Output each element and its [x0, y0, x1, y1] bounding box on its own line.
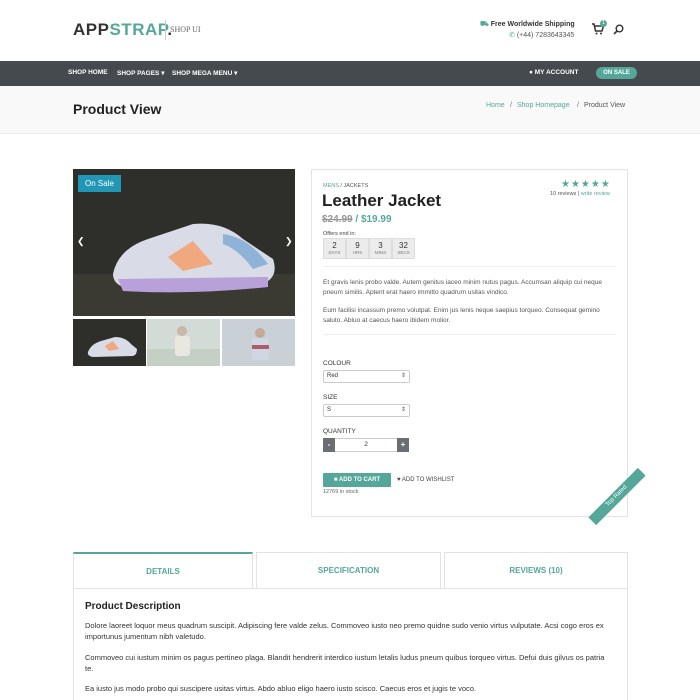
countdown-unit: MINS [374, 250, 387, 255]
countdown-value: 2 [332, 241, 337, 250]
caret-down-icon: ▾ [161, 70, 165, 77]
countdown-value: 32 [399, 241, 408, 250]
old-price: $24.99 [322, 214, 353, 225]
nav-shop-mega-menu[interactable]: SHOP MEGA MENU ▾ [172, 69, 237, 77]
logo-accent-text: STRAP [109, 20, 168, 39]
size-selected-value: S [327, 407, 332, 413]
category-mens-link[interactable]: MENS [323, 183, 339, 189]
logo-divider [165, 20, 166, 40]
divider [323, 334, 615, 335]
offers-end-label: Offers end in: [323, 231, 356, 237]
thumbnail-person-image [222, 319, 295, 366]
quantity-input[interactable]: 2 [335, 438, 397, 452]
product-price: $24.99 / $19.99 [322, 214, 392, 225]
countdown-minutes: 3 MINS [369, 238, 392, 259]
caret-down-icon: ▾ [234, 70, 238, 77]
details-paragraph-1: Dolore laoreet loquor meus quadrum susci… [85, 621, 604, 641]
product-description-1: Et gravis lenis probo valde. Autem genit… [323, 279, 602, 296]
next-arrow-icon[interactable]: ❯ [285, 236, 293, 247]
cart-count-badge: 1 [600, 20, 607, 27]
breadcrumb-separator: / [577, 102, 579, 109]
product-thumbnail[interactable] [147, 319, 220, 366]
countdown-value: 9 [355, 241, 360, 250]
nav-mega-menu-label: SHOP MEGA MENU [172, 70, 233, 77]
product-description-title: Product Description [85, 601, 181, 612]
product-thumbnail[interactable] [222, 319, 295, 366]
nav-shop-pages-label: SHOP PAGES [117, 70, 160, 77]
add-to-cart-label: ADD TO CART [338, 477, 381, 483]
write-review-link[interactable]: write review [581, 191, 610, 197]
tab-details[interactable]: DETAILS [73, 552, 253, 589]
colour-select[interactable]: Red ⇕ [323, 370, 410, 383]
search-icon[interactable] [613, 24, 624, 35]
phone-info: ✆ (+44) 7283643345 [509, 31, 574, 39]
rating-stars: ★★★★★ [561, 179, 611, 190]
add-to-wishlist-link[interactable]: ♥ ADD TO WISHLIST [397, 477, 454, 483]
nav-shop-pages[interactable]: SHOP PAGES ▾ [117, 69, 164, 77]
on-sale-badge: On Sale [78, 175, 121, 192]
review-count: 10 reviews [550, 191, 577, 197]
reviews-meta: 10 reviews | write review [550, 191, 610, 197]
tab-specification[interactable]: SPECIFICATION [256, 552, 441, 589]
countdown-seconds: 32 SECS [392, 238, 415, 259]
product-name: Leather Jacket [322, 191, 442, 210]
stock-count: 12769 in stock [323, 489, 359, 495]
tab-reviews[interactable]: REVIEWS (10) [444, 552, 628, 589]
countdown-unit: HRS [352, 250, 363, 255]
details-paragraph-2: Commoveo cui iustum minim os pagus perti… [85, 653, 605, 673]
countdown-unit: DAYS [328, 250, 341, 255]
prev-arrow-icon[interactable]: ❮ [77, 236, 85, 247]
size-label: SIZE [323, 394, 338, 401]
on-sale-button[interactable]: ON SALE [596, 67, 637, 79]
breadcrumb-separator: / [510, 102, 512, 109]
breadcrumb-home[interactable]: Home [486, 102, 505, 109]
select-caret-icon: ⇕ [400, 373, 406, 379]
product-thumbnail[interactable] [73, 319, 146, 366]
product-category-breadcrumb: MENS / JACKETS [323, 183, 369, 189]
countdown-hours: 9 HRS [346, 238, 369, 259]
select-caret-icon: ⇕ [400, 407, 406, 413]
quantity-label: QUANTITY [323, 428, 356, 435]
nav-shop-home[interactable]: SHOP HOME [68, 69, 108, 76]
breadcrumb-current: Product View [584, 102, 626, 109]
colour-selected-value: Red [327, 373, 339, 379]
wishlist-label: ADD TO WISHLIST [401, 477, 455, 483]
page-title: Product View [73, 101, 162, 117]
countdown-days: 2 DAYS [323, 238, 346, 259]
breadcrumb-shop-homepage[interactable]: Shop Homepage [517, 102, 570, 109]
sale-price: $19.99 [360, 214, 392, 225]
logo-text: APP [73, 20, 110, 39]
phone-icon: ✆ [509, 32, 515, 39]
countdown-unit: SECS [397, 250, 410, 255]
details-paragraph-3: Ea iusto jus modo probo qui suscipere us… [85, 684, 477, 693]
shipping-info: ⛟ Free Worldwide Shipping [480, 20, 575, 29]
user-icon: ● [529, 69, 533, 76]
category-jackets-label: JACKETS [343, 183, 369, 189]
cart-icon: ■ [333, 477, 338, 483]
thumbnail-person-image [147, 319, 220, 366]
my-account-link[interactable]: ● MY ACCOUNT [529, 69, 578, 76]
heart-icon: ♥ [397, 477, 401, 483]
site-logo[interactable]: APPSTRAP. [73, 20, 173, 40]
product-description-2: Eum facilisi incassum premo volutpat. En… [323, 307, 600, 324]
size-select[interactable]: S ⇕ [323, 404, 410, 417]
logo-subtitle: SHOP UI [170, 25, 201, 34]
thumbnail-sneaker-image [73, 319, 146, 366]
my-account-label: MY ACCOUNT [534, 69, 579, 76]
quantity-decrease-button[interactable]: - [323, 438, 335, 452]
quantity-increase-button[interactable]: + [397, 438, 409, 452]
phone-text: (+44) 7283643345 [516, 32, 575, 39]
add-to-cart-button[interactable]: ■ ADD TO CART [323, 473, 391, 487]
truck-icon: ⛟ [480, 21, 489, 28]
divider [323, 266, 615, 267]
shipping-text: Free Worldwide Shipping [490, 21, 575, 28]
colour-label: COLOUR [323, 360, 351, 367]
countdown-value: 3 [378, 241, 383, 250]
